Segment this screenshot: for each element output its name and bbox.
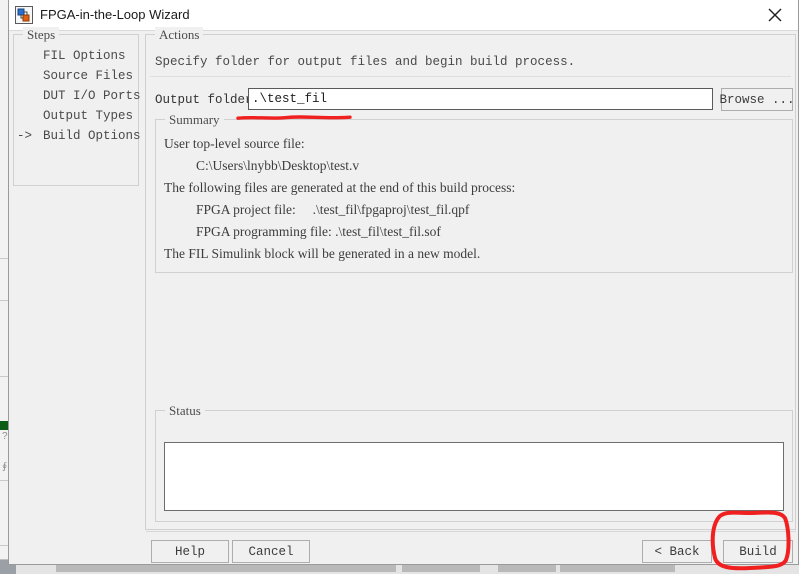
- current-step-arrow-icon: ->: [17, 129, 33, 143]
- summary-line: FPGA programming file: .\test_fil\test_f…: [196, 224, 441, 239]
- cancel-button[interactable]: Cancel: [232, 540, 310, 563]
- sidebar-item-label: DUT I/O Ports: [43, 89, 141, 103]
- summary-line: User top-level source file:: [164, 136, 305, 151]
- actions-description: Specify folder for output files and begi…: [155, 55, 576, 69]
- back-button[interactable]: < Back: [642, 540, 712, 563]
- summary-line: The FIL Simulink block will be generated…: [164, 246, 481, 261]
- sidebar-item-fil-options[interactable]: FIL Options: [17, 46, 129, 66]
- close-icon[interactable]: [752, 0, 798, 30]
- browse-button[interactable]: Browse ...: [720, 88, 795, 111]
- footer-separator: [146, 531, 796, 532]
- actions-separator: [150, 76, 791, 77]
- sidebar-item-label: Build Options: [43, 129, 141, 143]
- build-button[interactable]: Build: [723, 540, 793, 563]
- summary-line: FPGA project file: .\test_fil\fpgaproj\t…: [196, 202, 470, 217]
- status-output-textarea[interactable]: [164, 442, 784, 511]
- background-indicator: [0, 421, 8, 430]
- status-legend: Status: [165, 403, 205, 419]
- sidebar-item-output-types[interactable]: Output Types: [17, 106, 133, 126]
- sidebar-item-build-options[interactable]: -> Build Options: [17, 126, 141, 146]
- help-button[interactable]: Help: [151, 540, 229, 563]
- fpga-in-the-loop-wizard-dialog: FPGA-in-the-Loop Wizard Steps FIL Option…: [8, 0, 799, 565]
- output-folder-label: Output folder:: [155, 93, 261, 107]
- sidebar-item-label: Output Types: [43, 109, 134, 123]
- steps-legend: Steps: [23, 27, 60, 43]
- output-folder-input[interactable]: [248, 88, 713, 110]
- title-bar: FPGA-in-the-Loop Wizard: [9, 0, 798, 31]
- simulink-block-icon: [15, 6, 33, 24]
- summary-panel: Summary User top-level source file: C:\U…: [155, 112, 793, 273]
- sidebar-item-label: Source Files: [43, 69, 134, 83]
- actions-legend: Actions: [155, 27, 204, 43]
- summary-legend: Summary: [165, 112, 224, 128]
- summary-line: C:\Users\lnybb\Desktop\test.v: [196, 158, 360, 173]
- window-title: FPGA-in-the-Loop Wizard: [40, 7, 190, 22]
- sidebar-item-dut-io-ports[interactable]: DUT I/O Ports: [17, 86, 141, 106]
- sidebar-item-label: FIL Options: [43, 49, 126, 63]
- summary-line: The following files are generated at the…: [164, 180, 516, 195]
- sidebar-item-source-files[interactable]: Source Files: [17, 66, 133, 86]
